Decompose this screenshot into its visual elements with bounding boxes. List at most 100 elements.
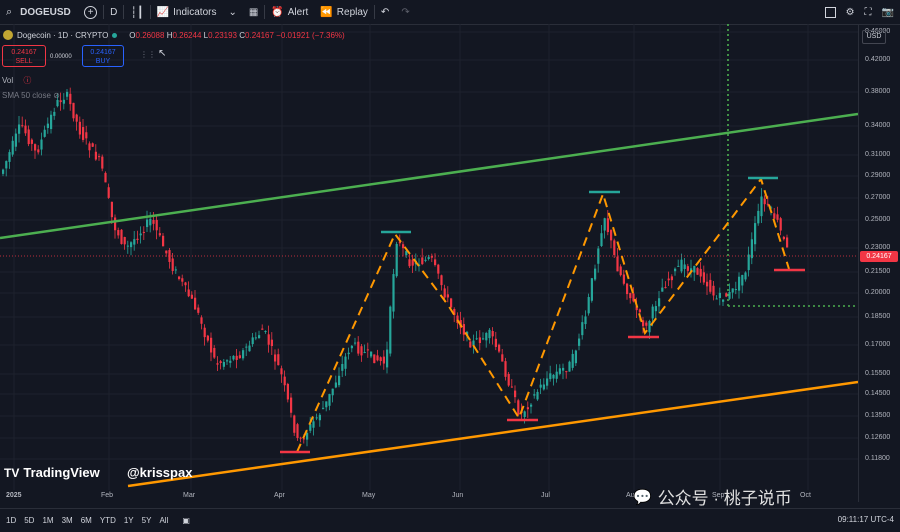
candle-body [434, 259, 437, 266]
candle-body [94, 151, 97, 160]
redo-icon: ↷ [401, 6, 410, 18]
settings-icon[interactable]: ⚙ [846, 7, 855, 18]
candle-body [469, 341, 472, 348]
candle-body [350, 345, 353, 349]
candle-body [190, 294, 193, 299]
range-button-all[interactable]: All [159, 516, 168, 525]
currency-selector[interactable]: USD [862, 30, 886, 44]
candle-body [142, 231, 145, 233]
fullscreen-icon[interactable]: ⛶ [865, 7, 872, 18]
candle-body [747, 254, 750, 271]
candle-body [75, 114, 78, 122]
alert-button[interactable]: ⏰ Alert [265, 0, 314, 24]
candle-body [712, 285, 715, 296]
candle-body [248, 345, 251, 352]
calendar-icon[interactable]: ▣ [182, 516, 190, 525]
market-status-icon [112, 32, 118, 38]
author-handle: @krisspax [127, 465, 193, 480]
symbol-search[interactable]: ⌕ DOGEUSD [0, 0, 78, 24]
layouts-button[interactable]: ▦ [243, 0, 264, 24]
replay-label: Replay [336, 6, 368, 18]
candle-body [37, 149, 40, 153]
price-axis[interactable]: 0.46000 0.42000 0.38000 0.34000 0.31000 0.290… [858, 24, 900, 502]
candle-body [686, 266, 689, 271]
buy-label: BUY [95, 58, 111, 65]
candle-body [120, 229, 123, 244]
candle-body [363, 352, 366, 354]
add-symbol-button[interactable]: + [78, 0, 103, 24]
candle-body [107, 187, 110, 198]
cursor-icon[interactable]: ↖ [158, 48, 166, 59]
candle-body [494, 338, 497, 347]
candle-body [478, 337, 481, 344]
range-button-6m[interactable]: 6M [81, 516, 92, 525]
candle-body [104, 172, 107, 183]
candle-body [670, 276, 673, 281]
buy-button[interactable]: 0.24167 BUY [82, 45, 124, 67]
time-tick-label: Feb [101, 492, 114, 499]
candle-body [293, 415, 296, 433]
candle-body [14, 133, 17, 147]
candle-body [200, 317, 203, 324]
candle-body [552, 374, 555, 379]
candle-body [344, 356, 347, 369]
candle-body [264, 330, 267, 332]
candle-body [341, 363, 344, 371]
candle-body [270, 339, 273, 347]
chart-type-button[interactable]: ┆┃ [124, 0, 149, 24]
range-button-ytd[interactable]: YTD [100, 516, 116, 525]
candle-body [357, 341, 360, 354]
camera-icon[interactable]: 📷 [882, 7, 894, 18]
candle-body [779, 218, 782, 231]
sma-indicator[interactable]: SMA 50 close ⊘ [2, 91, 60, 100]
square-icon[interactable] [824, 6, 836, 18]
undo-button[interactable]: ↶ [375, 0, 395, 24]
candle-body [517, 400, 520, 415]
range-button-3m[interactable]: 3M [62, 516, 73, 525]
candle-body [379, 357, 382, 362]
drag-handle-icon[interactable]: ⋮⋮ [140, 50, 156, 59]
candle-body [123, 237, 126, 245]
price-tick-label: 0.20000 [865, 289, 891, 296]
candle-body [50, 114, 53, 130]
candle-body [680, 259, 683, 272]
range-button-5d[interactable]: 5D [24, 516, 34, 525]
candle-body [450, 298, 453, 308]
candle-body [235, 355, 238, 360]
candle-body [232, 355, 235, 360]
candle-body [66, 91, 69, 97]
candle-body [325, 401, 328, 408]
candle-body [318, 414, 321, 421]
range-button-1m[interactable]: 1M [42, 516, 53, 525]
range-button-1y[interactable]: 1Y [124, 516, 134, 525]
brand-text: TradingView [23, 465, 100, 480]
range-button-1d[interactable]: 1D [6, 516, 16, 525]
price-tick-label: 0.18500 [865, 313, 891, 320]
sell-button[interactable]: 0.24167 SELL [2, 45, 46, 67]
candle-body [242, 350, 245, 359]
candle-body [174, 269, 177, 271]
clock: 09:11:17 UTC-4 [837, 515, 894, 524]
legend-title[interactable]: Dogecoin · 1D · CRYPTO [17, 31, 108, 40]
candle-body [427, 257, 430, 260]
candle-body [408, 259, 411, 267]
volume-indicator[interactable]: Vol ⓘ [2, 75, 31, 86]
price-chart[interactable] [0, 24, 858, 490]
candle-body [757, 210, 760, 224]
price-tick-label: 0.29000 [865, 172, 891, 179]
candle-body [280, 368, 283, 375]
redo-button[interactable]: ↷ [395, 0, 415, 24]
price-tick-label: 0.31000 [865, 151, 891, 158]
candle-body [485, 333, 488, 341]
interval-button[interactable]: D [104, 0, 123, 24]
symbol-name: DOGEUSD [20, 6, 71, 18]
candle-body [213, 348, 216, 358]
candle-body [446, 294, 449, 298]
candles-icon: ┆┃ [130, 6, 144, 19]
range-button-5y[interactable]: 5Y [142, 516, 152, 525]
candle-body [594, 268, 597, 280]
indicators-button[interactable]: 📈 Indicators ⌄ [151, 0, 243, 24]
candle-body [360, 346, 363, 356]
price-tick-label: 0.17000 [865, 341, 891, 348]
replay-button[interactable]: ⏪ Replay [314, 0, 374, 24]
